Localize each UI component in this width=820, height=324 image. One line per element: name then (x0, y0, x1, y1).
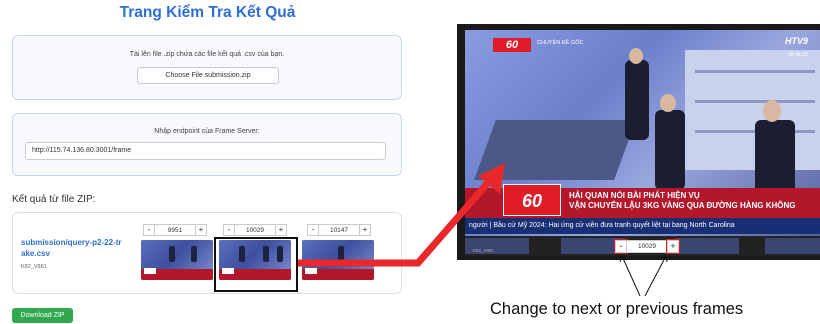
annotation-arrows (298, 163, 668, 297)
annotation-caption: Change to next or previous frames (490, 300, 744, 318)
red-arrow (298, 175, 495, 267)
pointer-line-left (621, 255, 641, 297)
pointer-line-right (644, 255, 667, 297)
